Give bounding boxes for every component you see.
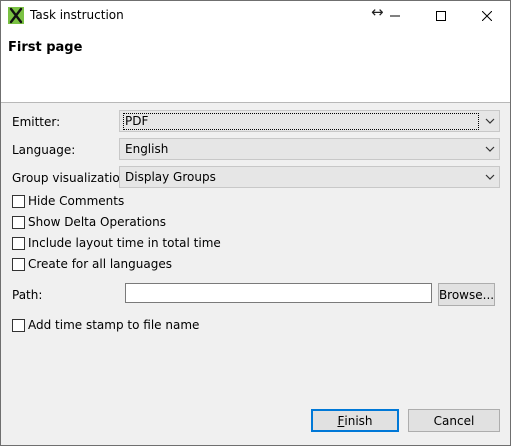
finish-mnemonic: F — [337, 413, 345, 428]
minimize-icon — [390, 15, 400, 17]
header-divider — [1, 102, 510, 103]
finish-label-rest: inish — [344, 413, 373, 428]
path-label: Path: — [12, 288, 43, 302]
include-layout-time-label: Include layout time in total time — [28, 236, 221, 250]
hide-comments-checkbox[interactable] — [12, 195, 25, 208]
window-title: Task instruction — [30, 8, 124, 22]
chevron-down-icon — [485, 174, 495, 180]
create-for-all-languages-checkbox[interactable] — [12, 258, 25, 271]
show-delta-operations-label: Show Delta Operations — [28, 215, 166, 229]
maximize-icon — [436, 11, 446, 21]
emitter-label: Emitter: — [12, 115, 61, 129]
add-timestamp-label: Add time stamp to file name — [28, 318, 200, 332]
browse-button[interactable]: Browse... — [438, 283, 495, 306]
close-icon — [482, 11, 492, 21]
page-header: First page — [1, 31, 510, 102]
close-button[interactable] — [464, 1, 510, 31]
language-label: Language: — [12, 143, 76, 157]
show-delta-operations-checkbox[interactable] — [12, 216, 25, 229]
cancel-button[interactable]: Cancel — [408, 409, 500, 432]
group-visualization-select[interactable]: Display Groups — [119, 166, 500, 188]
app-icon — [8, 7, 24, 24]
emitter-select[interactable]: PDF — [119, 110, 500, 132]
emitter-value: PDF — [125, 114, 149, 128]
title-bar: Task instruction ↔ — [1, 1, 510, 31]
language-select[interactable]: English — [119, 138, 500, 160]
language-value: English — [125, 142, 169, 156]
group-visualization-value: Display Groups — [125, 170, 216, 184]
dialog-window: Task instruction ↔ First page Emitter: P… — [0, 0, 511, 446]
group-visualization-label: Group visualization: — [12, 171, 132, 185]
create-for-all-languages-label: Create for all languages — [28, 257, 172, 271]
include-layout-time-checkbox[interactable] — [12, 237, 25, 250]
hide-comments-label: Hide Comments — [28, 194, 125, 208]
page-title: First page — [8, 40, 83, 55]
add-timestamp-checkbox[interactable] — [12, 319, 25, 332]
minimize-button[interactable] — [372, 1, 418, 31]
focus-indicator — [123, 113, 479, 130]
chevron-down-icon — [485, 146, 495, 152]
finish-button[interactable]: Finish — [311, 409, 399, 432]
chevron-down-icon — [485, 118, 495, 124]
maximize-button[interactable] — [418, 1, 464, 31]
path-input[interactable] — [125, 283, 432, 303]
